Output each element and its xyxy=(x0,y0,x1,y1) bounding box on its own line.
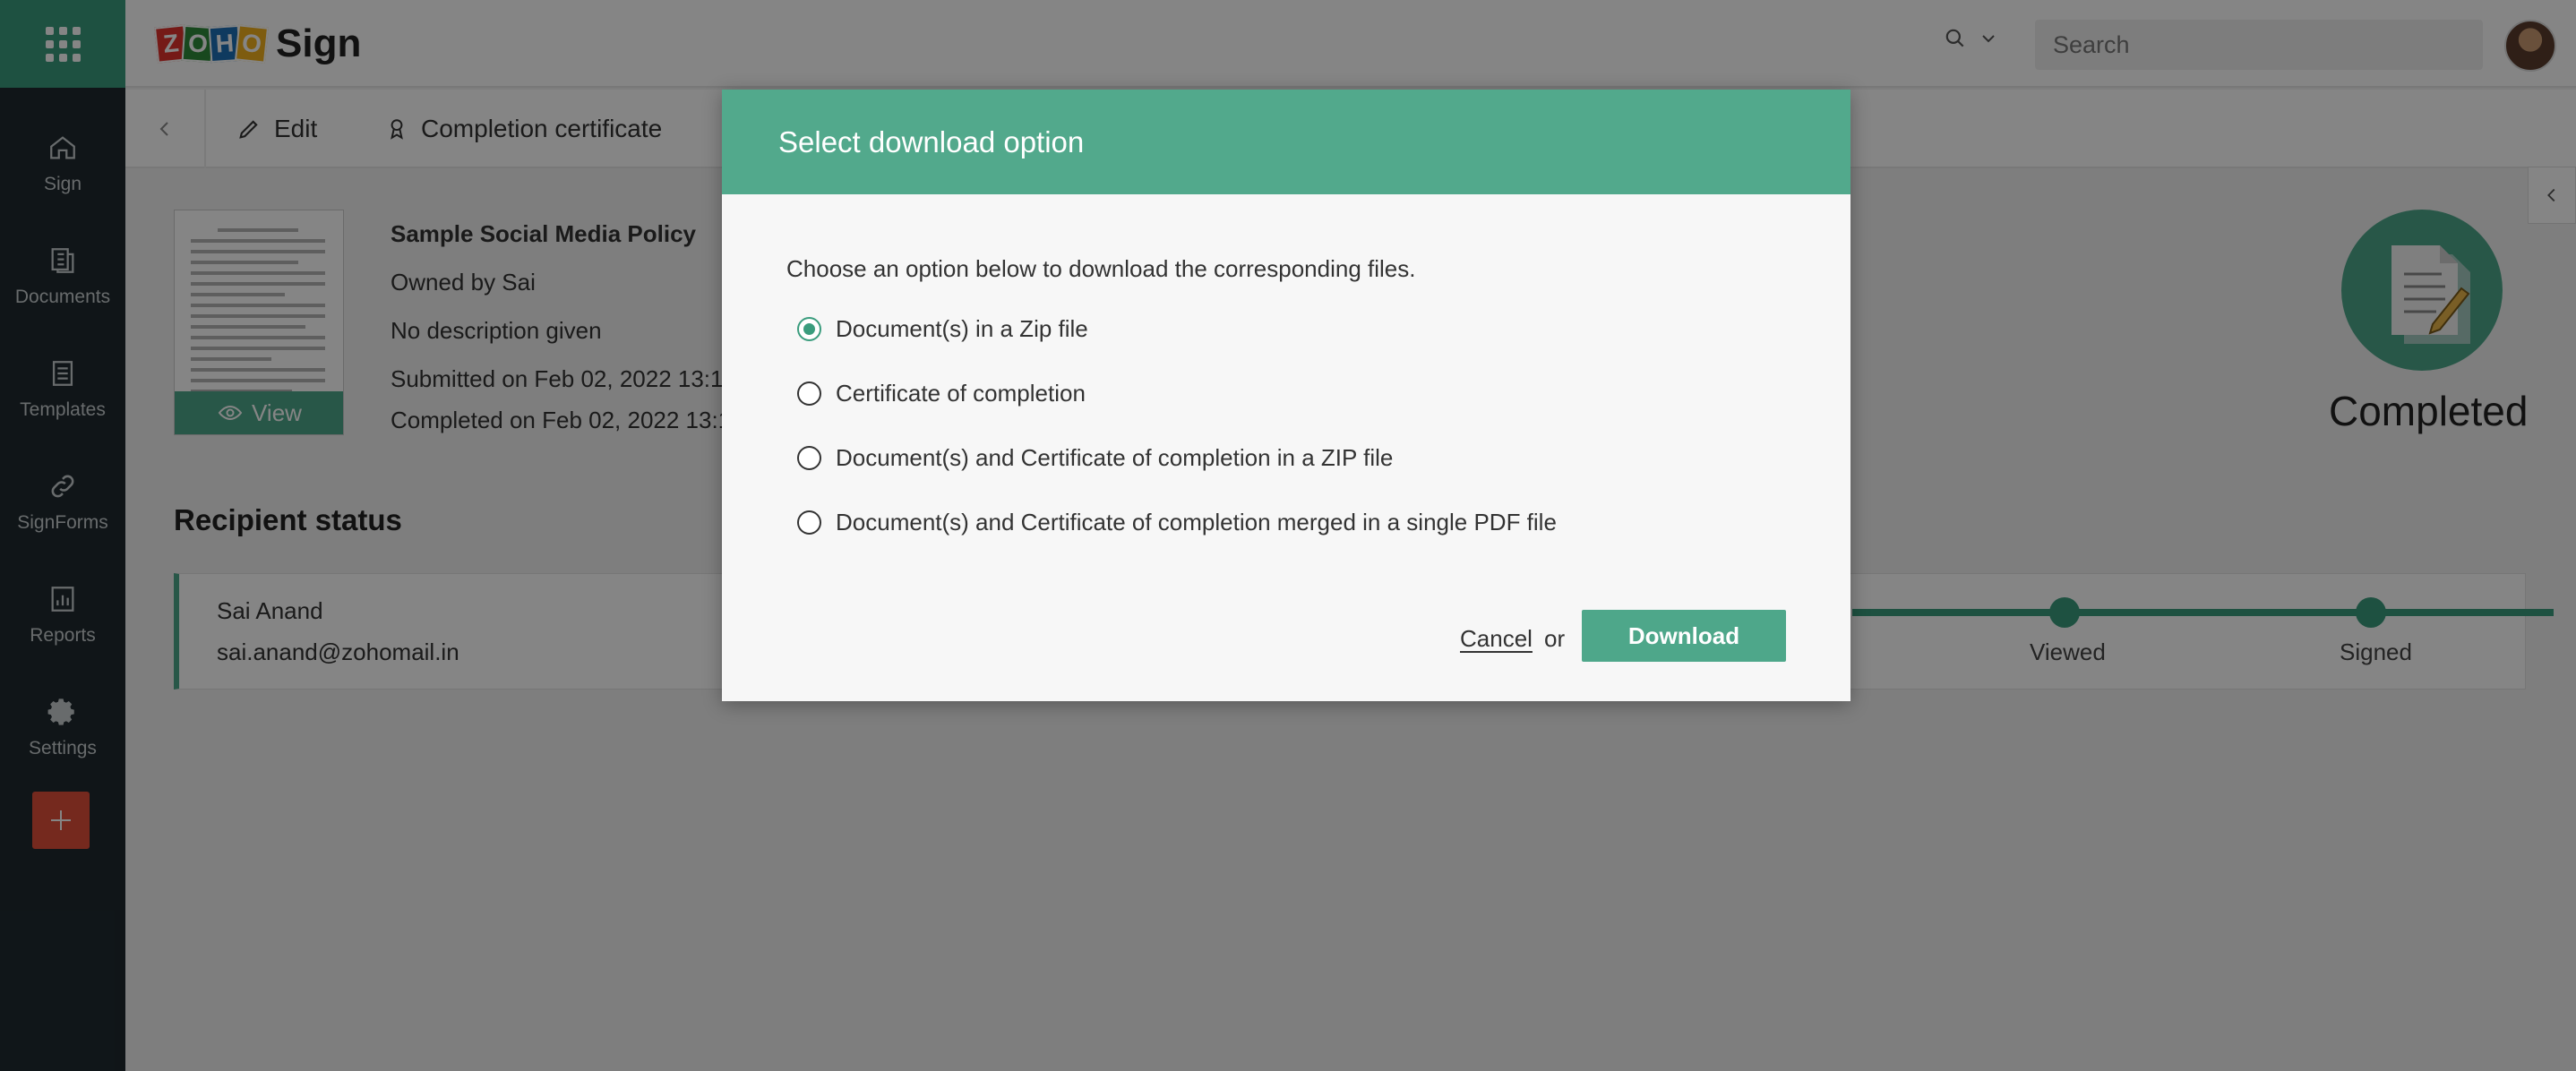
dialog-instructions: Choose an option below to download the c… xyxy=(786,255,1416,282)
dialog-title: Select download option xyxy=(778,125,1085,159)
option-zip-documents-and-certificate[interactable]: Document(s) and Certificate of completio… xyxy=(797,444,1393,472)
option-label: Document(s) and Certificate of completio… xyxy=(836,509,1557,536)
option-zip-documents[interactable]: Document(s) in a Zip file xyxy=(797,315,1088,343)
option-label: Document(s) in a Zip file xyxy=(836,315,1088,342)
or-separator: or xyxy=(1544,625,1566,652)
option-certificate[interactable]: Certificate of completion xyxy=(797,380,1086,407)
download-options-dialog: Select download option Choose an option … xyxy=(722,90,1850,701)
download-button[interactable]: Download xyxy=(1582,610,1786,662)
option-label: Document(s) and Certificate of completio… xyxy=(836,444,1394,471)
option-merged-pdf[interactable]: Document(s) and Certificate of completio… xyxy=(797,509,1557,536)
radio-button[interactable] xyxy=(797,381,821,406)
dialog-header: Select download option xyxy=(722,90,1850,194)
radio-button[interactable] xyxy=(797,446,821,470)
cancel-button[interactable]: Cancel xyxy=(1460,625,1533,653)
option-label: Certificate of completion xyxy=(836,380,1086,407)
radio-button[interactable] xyxy=(797,317,821,341)
radio-button[interactable] xyxy=(797,510,821,535)
